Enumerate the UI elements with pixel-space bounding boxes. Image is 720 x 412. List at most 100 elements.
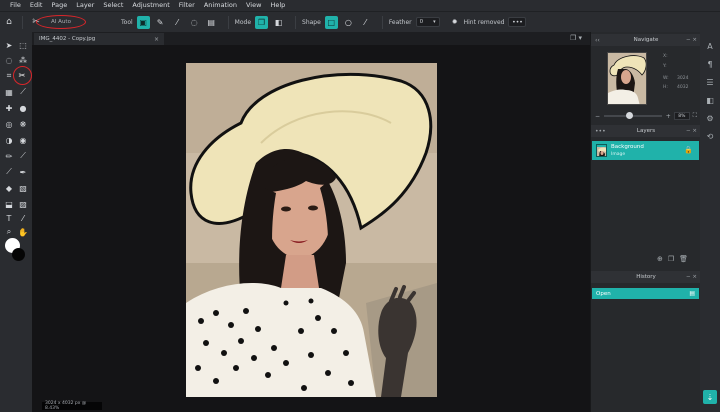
layer-name: Background (611, 143, 644, 150)
pen-tool-button[interactable]: ⁄ (171, 16, 184, 29)
adjustments-icon[interactable]: ☰ (704, 76, 716, 88)
clone-tool-icon[interactable]: ◎ (3, 118, 15, 130)
menu-animation[interactable]: Animation (204, 0, 237, 11)
ellipse-icon: ○ (344, 17, 352, 27)
background-color-swatch[interactable] (12, 248, 25, 261)
zoom-slider-handle[interactable] (626, 112, 634, 119)
zoom-out-icon[interactable]: − (595, 113, 600, 120)
patch-tool-icon[interactable]: ✚ (3, 102, 15, 114)
transform-icon[interactable]: ⟲ (704, 130, 716, 142)
right-icon-strip: A ¶ ☰ ◧ ⚙ ⟲ (700, 32, 720, 412)
shape-line-button[interactable]: ⁄ (359, 16, 372, 29)
wand-tool-icon[interactable]: ⁂ (17, 54, 29, 66)
dodge-tool-icon[interactable]: ◑ (3, 134, 15, 146)
history-panel-header[interactable]: History − × (591, 271, 701, 283)
navigator-thumbnail[interactable] (607, 52, 647, 105)
cutout-tool-button[interactable]: ▣ (136, 15, 150, 29)
eyedropper-tool-icon[interactable]: ⟋ (17, 86, 29, 98)
mode-new-selection-button[interactable]: ❐ (255, 15, 269, 29)
pencil-tool-icon[interactable]: ✏ (3, 150, 15, 162)
toolbar-divider (22, 15, 23, 29)
text-tool-icon[interactable]: T (3, 212, 15, 224)
canvas-workspace[interactable]: 3024 x 4032 px @ 8.43% (32, 45, 590, 412)
feather-input[interactable]: 0 ▾ (415, 17, 440, 27)
menu-view[interactable]: View (246, 0, 261, 11)
layer-text: Background Image (611, 144, 644, 158)
brush-tool-button[interactable]: ✎ (154, 16, 167, 29)
layers-panel-header[interactable]: ••• Layers − × (591, 125, 701, 137)
fit-screen-icon[interactable]: ⛶ (693, 112, 697, 120)
document-tab[interactable]: IMG_4402 - Copy.jpg × (34, 33, 164, 45)
download-button[interactable]: ⇣ (703, 390, 717, 404)
menu-select[interactable]: Select (103, 0, 123, 11)
shape-ellipse-button[interactable]: ○ (342, 16, 355, 29)
gradient-tool-icon[interactable]: ▧ (17, 182, 29, 194)
history-item-open[interactable]: Open ▤ (592, 288, 699, 299)
gear-icon[interactable]: ✹ (450, 15, 460, 29)
layer-type: Image (611, 151, 626, 157)
paragraph-icon[interactable]: ¶ (704, 58, 716, 70)
chevron-down-icon: ▾ (433, 19, 436, 25)
scissors-highlight-ring (13, 66, 32, 85)
menu-help[interactable]: Help (270, 0, 285, 11)
lasso-tool-button[interactable]: ◌ (188, 16, 201, 29)
lock-icon[interactable]: 🔒 (684, 146, 693, 154)
nav-x-label: X: (663, 54, 668, 59)
shape-rectangle-button[interactable]: □ (324, 15, 338, 29)
menu-layer[interactable]: Layer (76, 0, 94, 11)
frame-tool-icon[interactable]: ⬓ (3, 198, 15, 210)
navigator-panel-header[interactable]: ‹‹ Navigate − × (591, 34, 701, 46)
close-tab-icon[interactable]: × (154, 36, 159, 43)
feather-label: Feather (388, 18, 412, 26)
zoom-slider[interactable] (604, 112, 662, 119)
mode-subtract-button[interactable]: ◧ (272, 16, 285, 29)
portrait-photo (186, 63, 437, 397)
duplicate-layer-icon[interactable]: ❐ (668, 255, 674, 263)
document-tab-bar: IMG_4402 - Copy.jpg × ❐ ▾ (32, 32, 590, 45)
nav-w-label: W: (663, 76, 669, 81)
menu-adjustment[interactable]: Adjustment (132, 0, 169, 11)
blur-tool-icon[interactable]: ❋ (17, 118, 29, 130)
photo-canvas[interactable] (186, 63, 437, 397)
zoom-tool-icon[interactable]: ⌕ (3, 226, 15, 238)
shape-tool-icon[interactable]: ▨ (17, 198, 29, 210)
menu-filter[interactable]: Filter (179, 0, 195, 11)
zoom-value-input[interactable]: 8% (673, 112, 690, 120)
menu-page[interactable]: Page (51, 0, 67, 11)
sponge-tool-icon[interactable]: ◉ (17, 134, 29, 146)
image-tool-button[interactable]: ▤ (205, 16, 218, 29)
more-options-button[interactable]: ••• (508, 17, 527, 27)
layers-window-controls[interactable]: − × (686, 128, 697, 134)
hatch-tool-icon[interactable]: ▦ (3, 86, 15, 98)
drop-tool-icon[interactable]: ● (17, 102, 29, 114)
home-icon[interactable]: ⌂ (2, 15, 16, 29)
windows-icon[interactable]: ❐ ▾ (570, 34, 582, 42)
zoom-in-icon[interactable]: + (666, 113, 671, 120)
move-tool-icon[interactable]: ➤ (3, 39, 15, 51)
layers-collapse-icon[interactable]: ••• (595, 128, 606, 135)
history-window-controls[interactable]: − × (686, 274, 697, 280)
rectangle-icon: □ (327, 17, 336, 27)
panel-window-controls[interactable]: − × (686, 37, 697, 43)
pen-tool-icon[interactable]: ✒ (17, 166, 29, 178)
hand-tool-icon[interactable]: ✋ (17, 226, 29, 238)
lasso-tool-icon[interactable]: ◌ (3, 54, 15, 66)
settings-icon[interactable]: ⚙ (704, 112, 716, 124)
panel-collapse-icon[interactable]: ‹‹ (595, 37, 600, 44)
smudge-tool-icon[interactable]: ⟋ (3, 166, 15, 178)
toolbar-divider (295, 15, 297, 29)
menu-file[interactable]: File (10, 0, 21, 11)
photo-editor-app: File Edit Page Layer Select Adjustment F… (0, 0, 720, 412)
character-icon[interactable]: A (704, 40, 716, 52)
menu-edit[interactable]: Edit (30, 0, 43, 11)
marquee-tool-icon[interactable]: ⬚ (17, 39, 29, 51)
layer-item-background[interactable]: Background Image 🔒 (592, 141, 699, 160)
fill-tool-icon[interactable]: ◆ (3, 182, 15, 194)
ai-auto-button[interactable]: AI Auto (36, 15, 86, 29)
trash-icon[interactable]: 🗑 (679, 255, 688, 263)
add-layer-icon[interactable]: ⊕ (657, 255, 663, 263)
picker-tool-icon[interactable]: ⁄ (17, 212, 29, 224)
info-icon[interactable]: ◧ (704, 94, 716, 106)
download-icon: ⇣ (706, 392, 714, 402)
brush-tool-icon[interactable]: ⟋ (17, 150, 29, 162)
